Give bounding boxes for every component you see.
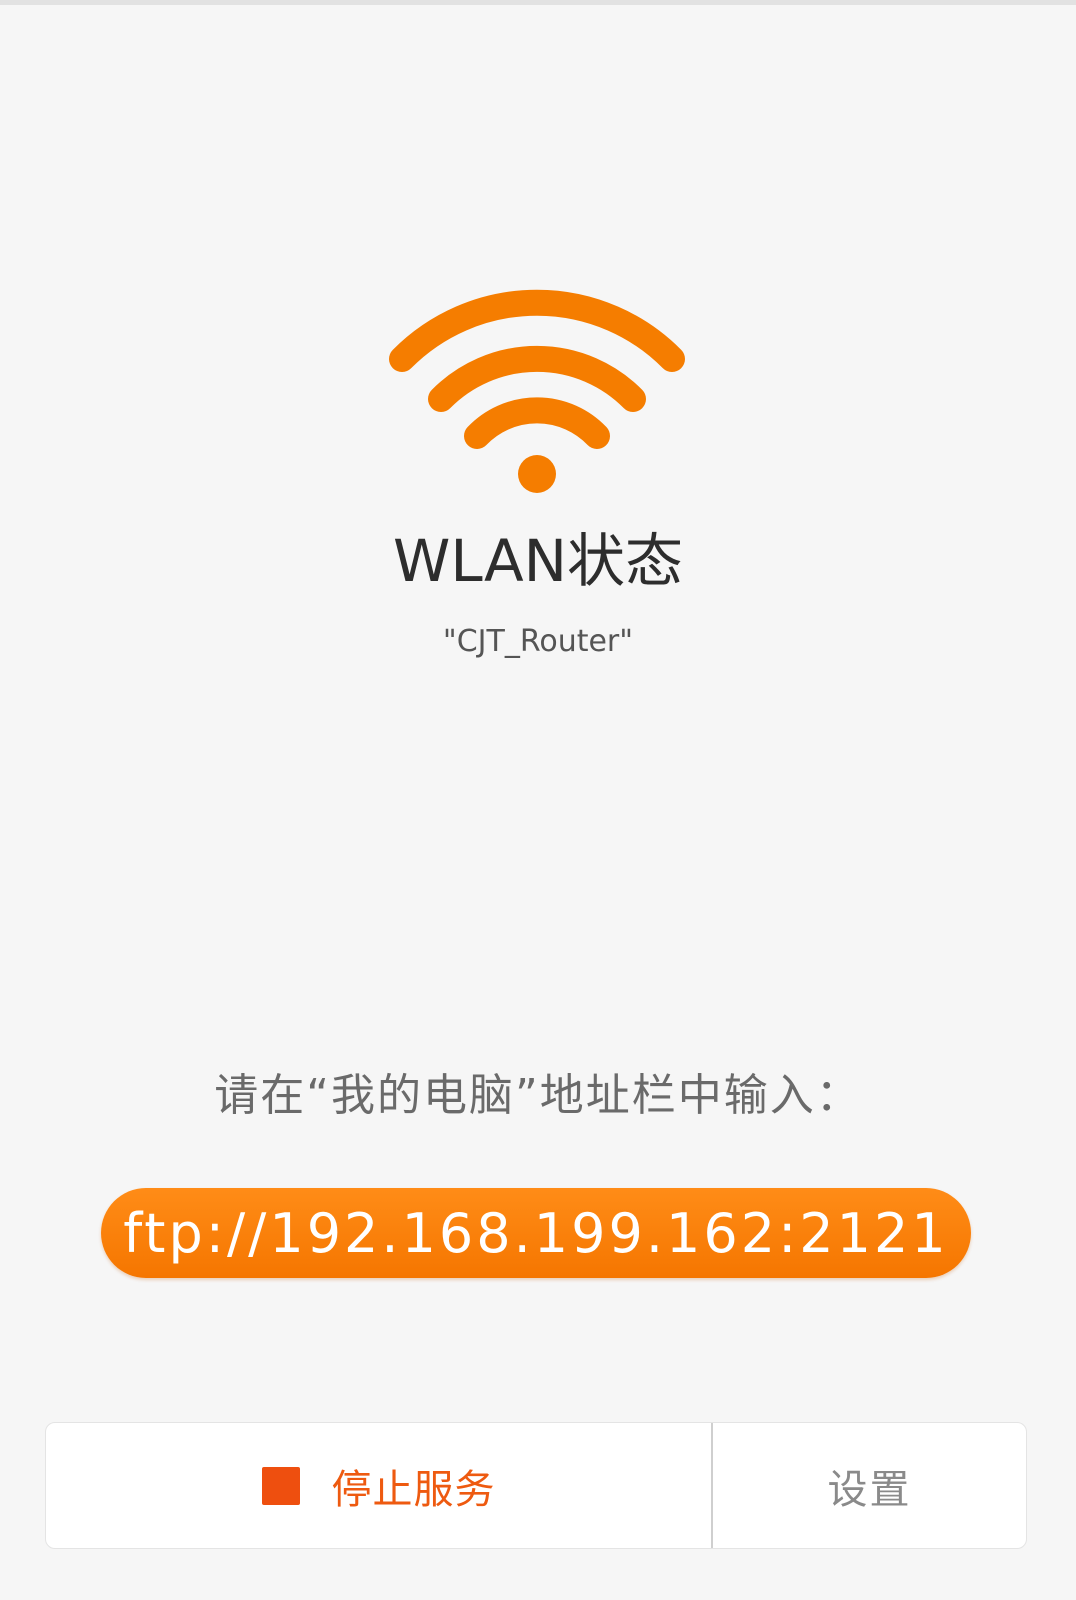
stop-service-label: 停止服务 <box>331 1466 496 1513</box>
instruction-text: 请在“我的电脑”地址栏中输入： <box>214 1070 862 1121</box>
ftp-address-pill[interactable]: ftp://192.168.199.162:2121 <box>101 1188 971 1278</box>
settings-label: 设置 <box>827 1466 912 1513</box>
stop-service-button[interactable]: 停止服务 <box>46 1423 713 1548</box>
action-bar: 停止服务 设置 <box>45 1422 1027 1549</box>
ftp-address-text: ftp://192.168.199.162:2121 <box>123 1201 949 1265</box>
stop-square-icon <box>261 1466 300 1505</box>
top-divider <box>0 0 1076 5</box>
wifi-icon <box>389 289 685 493</box>
settings-button[interactable]: 设置 <box>713 1423 1026 1548</box>
wlan-status-title: WLAN状态 <box>392 527 684 595</box>
ssid-label: "CJT_Router" <box>442 624 634 659</box>
